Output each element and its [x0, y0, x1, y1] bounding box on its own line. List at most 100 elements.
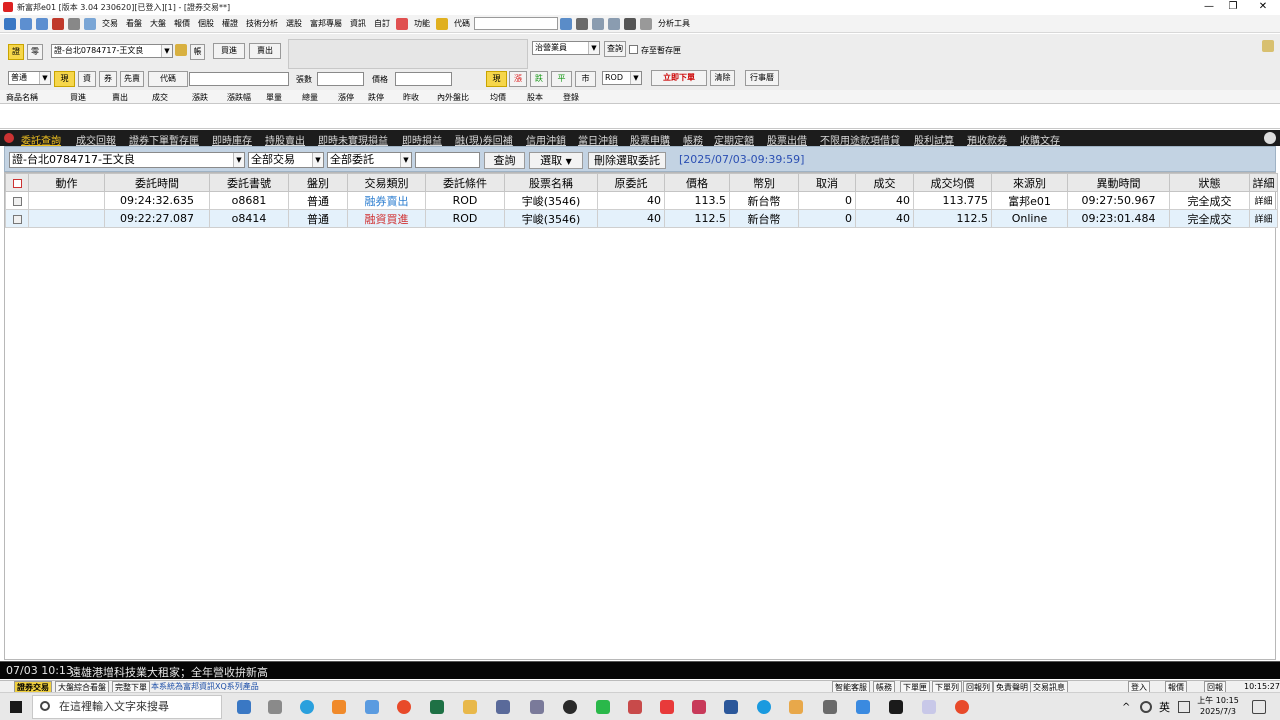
- menu-analysis-tools[interactable]: 分析工具: [658, 18, 690, 29]
- chevron-up-icon[interactable]: ^: [1122, 702, 1130, 713]
- select-dropdown-button[interactable]: 選取 ▼: [529, 152, 583, 169]
- clear-button[interactable]: 清除: [710, 70, 735, 86]
- app-icon[interactable]: [365, 700, 379, 714]
- tools-icon[interactable]: [640, 17, 652, 30]
- order-type-select[interactable]: 普通 ▼: [8, 71, 51, 85]
- menu-info[interactable]: 資訊: [350, 18, 366, 29]
- pencil-icon[interactable]: [436, 17, 448, 30]
- securities-mode-button[interactable]: 證: [8, 44, 24, 60]
- zoom-icon[interactable]: [1264, 132, 1276, 144]
- ticker-headline[interactable]: 遠雄港增科技業大租家；全年營收拚新高: [70, 664, 268, 680]
- price-limit-up-button[interactable]: 漲: [509, 71, 527, 87]
- tab-unrealized-pnl[interactable]: 即時未實現損益: [318, 132, 388, 146]
- agent-query-button[interactable]: 查詢: [604, 41, 626, 57]
- person-icon[interactable]: [52, 17, 64, 30]
- save-to-draft-checkbox[interactable]: [629, 45, 638, 54]
- table-row[interactable]: 09:22:27.087 o8414 普通 融資買進 ROD 宇峻(3546) …: [5, 209, 1278, 228]
- order-status-select[interactable]: 全部委託 ▼: [327, 152, 412, 168]
- tab-ipo[interactable]: 股票申購: [630, 132, 670, 146]
- filter-account-select[interactable]: 證-台北0784717-王文良 ▼: [9, 152, 245, 168]
- col-price[interactable]: 價格: [664, 173, 730, 192]
- k-icon[interactable]: [608, 17, 620, 30]
- short-button[interactable]: 券: [99, 71, 117, 87]
- qty-input[interactable]: [317, 72, 364, 86]
- chart-icon[interactable]: [592, 17, 604, 30]
- app-icon[interactable]: [628, 700, 642, 714]
- code-button[interactable]: 代碼: [148, 71, 188, 87]
- cursor-icon[interactable]: [624, 17, 636, 30]
- maximize-button[interactable]: ❐: [1216, 0, 1250, 14]
- ime-indicator[interactable]: 英: [1159, 699, 1170, 715]
- word-icon[interactable]: [724, 700, 738, 714]
- line-icon[interactable]: [596, 700, 610, 714]
- account-button[interactable]: 帳: [190, 44, 205, 60]
- quote-row[interactable]: [0, 104, 1280, 129]
- tab-accounting[interactable]: 帳務: [683, 132, 703, 146]
- tab-inventory[interactable]: 即時庫存: [212, 132, 252, 146]
- tab-stock-lending[interactable]: 股票出借: [767, 132, 807, 146]
- row-checkbox[interactable]: [5, 191, 29, 210]
- app-icon[interactable]: [496, 700, 510, 714]
- agent-select[interactable]: 治營業員 ▼: [532, 41, 600, 55]
- folder-icon[interactable]: [463, 700, 477, 714]
- sell-first-button[interactable]: 先賣: [120, 71, 144, 87]
- detail-button[interactable]: 詳細: [1249, 191, 1278, 210]
- col-action[interactable]: 動作: [28, 173, 105, 192]
- tab-prepay[interactable]: 預收款券: [967, 132, 1007, 146]
- check-icon[interactable]: [12, 178, 22, 188]
- trade-type-select[interactable]: 全部交易 ▼: [248, 152, 324, 168]
- menu-watch[interactable]: 看盤: [126, 18, 142, 29]
- network-icon[interactable]: [1140, 701, 1152, 713]
- window-icon[interactable]: [84, 17, 96, 30]
- detail-button[interactable]: 詳細: [1249, 209, 1278, 228]
- menu-custom[interactable]: 自訂: [374, 18, 390, 29]
- col-condition[interactable]: 委託條件: [425, 173, 505, 192]
- select-all-checkbox[interactable]: [5, 173, 29, 192]
- col-source[interactable]: 來源別: [991, 173, 1068, 192]
- price-current-button[interactable]: 現: [486, 71, 507, 87]
- tab-sell-holdings[interactable]: 持股賣出: [265, 132, 305, 146]
- chrome-icon[interactable]: [955, 700, 969, 714]
- col-filled[interactable]: 成交: [855, 173, 914, 192]
- enter-icon[interactable]: [560, 17, 572, 30]
- rod-select[interactable]: ROD ▼: [602, 71, 642, 85]
- print-icon[interactable]: [68, 17, 80, 30]
- menu-screener[interactable]: 選股: [286, 18, 302, 29]
- odd-lot-button[interactable]: 零: [27, 44, 43, 60]
- taskbar-clock[interactable]: 上午 10:15 2025/7/3: [1194, 695, 1242, 717]
- col-cancel[interactable]: 取消: [798, 173, 856, 192]
- stock-code-input[interactable]: [189, 72, 289, 86]
- app-icon[interactable]: [563, 700, 577, 714]
- menu-trade[interactable]: 交易: [102, 18, 118, 29]
- menu-stock[interactable]: 個股: [198, 18, 214, 29]
- back-icon[interactable]: [20, 17, 32, 30]
- menu-function[interactable]: 功能: [414, 18, 430, 29]
- menu-warrant[interactable]: 權證: [222, 18, 238, 29]
- tab-credit-offset[interactable]: 信用沖銷: [526, 132, 566, 146]
- tab-cover-short[interactable]: 融(現)券回補: [455, 132, 513, 146]
- buy-button[interactable]: 買進: [213, 43, 245, 59]
- chrome-icon[interactable]: [397, 700, 411, 714]
- checkbox-icon[interactable]: [12, 196, 22, 206]
- windows-start-icon[interactable]: [10, 701, 22, 713]
- price-flat-button[interactable]: 平: [551, 71, 572, 87]
- app-icon[interactable]: [692, 700, 706, 714]
- app-icon[interactable]: [660, 700, 674, 714]
- ime-mode-icon[interactable]: [1178, 701, 1190, 713]
- edge-icon[interactable]: [757, 700, 771, 714]
- app-icon[interactable]: [922, 700, 936, 714]
- col-update-time[interactable]: 異動時間: [1067, 173, 1170, 192]
- delete-selected-button[interactable]: 刪除選取委託: [588, 152, 666, 169]
- app-icon[interactable]: [889, 700, 903, 714]
- col-detail[interactable]: 詳細: [1249, 173, 1278, 192]
- filter-search-input[interactable]: [415, 152, 480, 168]
- col-trade-type[interactable]: 交易類別: [347, 173, 426, 192]
- tab-day-trade[interactable]: 當日沖銷: [578, 132, 618, 146]
- lock-icon[interactable]: [175, 44, 187, 56]
- col-order-time[interactable]: 委託時間: [104, 173, 210, 192]
- col-orig-qty[interactable]: 原委託: [597, 173, 665, 192]
- sell-button[interactable]: 賣出: [249, 43, 281, 59]
- code-input[interactable]: [474, 17, 558, 30]
- app-icon[interactable]: [237, 700, 251, 714]
- news-ticker[interactable]: 07/03 10:13 遠雄港增科技業大租家；全年營收拚新高: [0, 661, 1280, 679]
